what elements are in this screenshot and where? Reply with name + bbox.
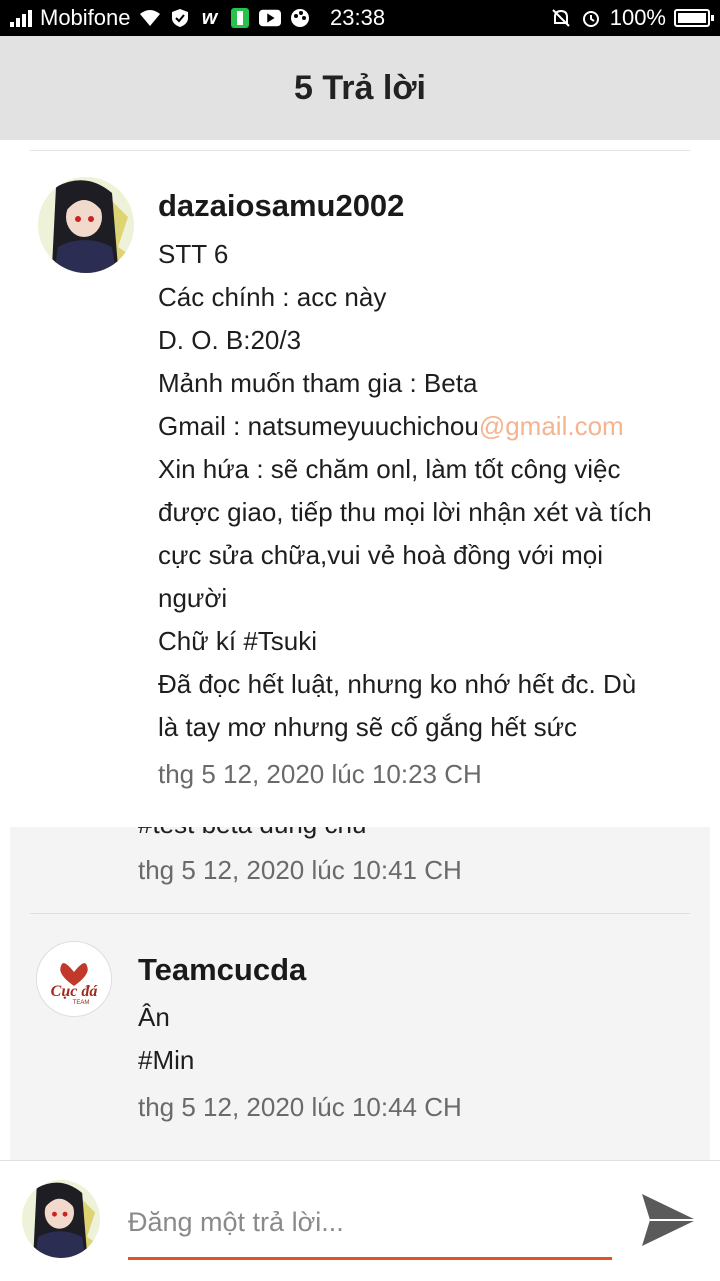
avatar[interactable]: Cục đá TEAM bbox=[36, 941, 112, 1017]
clock: 23:38 bbox=[330, 5, 386, 30]
send-icon bbox=[642, 1194, 696, 1246]
comment-author[interactable]: dazaiosamu2002 bbox=[158, 188, 404, 224]
signal-icon bbox=[10, 9, 32, 27]
reply-input-underline bbox=[128, 1257, 612, 1260]
divider bbox=[30, 150, 690, 151]
comment-date: thg 5 12, 2020 lúc 10:23 CH bbox=[158, 759, 482, 789]
status-bar: Mobifone w 23:38 100% bbox=[0, 0, 720, 36]
avatar[interactable] bbox=[38, 177, 134, 273]
send-button[interactable] bbox=[640, 1192, 698, 1248]
comment-date: thg 5 12, 2020 lúc 10:44 CH bbox=[138, 1092, 462, 1122]
w-app-icon: w bbox=[201, 6, 218, 29]
comment-line: D. O. B:20/3 bbox=[158, 325, 302, 355]
comment-line: người bbox=[158, 583, 228, 613]
shield-icon bbox=[169, 8, 191, 28]
reply-input[interactable] bbox=[128, 1192, 612, 1252]
comment-line: STT 6 bbox=[158, 239, 229, 269]
alarm-icon bbox=[580, 8, 602, 28]
page-title: 5 Trả lời bbox=[294, 68, 426, 107]
comment-line: Đã đọc hết luật, nhưng ko nhớ hết đc. Dù bbox=[158, 669, 637, 699]
youtube-icon bbox=[258, 8, 281, 28]
page-header: 5 Trả lời bbox=[0, 36, 720, 140]
svg-text:Cục đá: Cục đá bbox=[51, 983, 99, 1000]
mute-bell-icon bbox=[550, 8, 572, 28]
comment-line: #Min bbox=[138, 1045, 195, 1075]
comment-line: Chữ kí #Tsuki bbox=[158, 626, 318, 656]
my-avatar bbox=[22, 1180, 100, 1258]
divider bbox=[30, 913, 690, 914]
partial-reply-text: #test beta dùng chủ bbox=[138, 827, 366, 843]
wifi-icon bbox=[139, 8, 161, 28]
battery-percent: 100% bbox=[609, 5, 666, 30]
email-link[interactable]: @gmail.com bbox=[479, 411, 624, 441]
email-line: Gmail : natsumeyuuchichou@gmail.com bbox=[158, 405, 652, 448]
carrier-label: Mobifone bbox=[40, 5, 131, 30]
svg-text:TEAM: TEAM bbox=[73, 1000, 90, 1006]
battery-saver-icon bbox=[229, 8, 251, 28]
teamcucda-logo: Cục đá TEAM bbox=[37, 942, 111, 1016]
comment-line: Các chính : acc này bbox=[158, 282, 387, 312]
comment-body: STT 6 Các chính : acc này D. O. B:20/3 M… bbox=[158, 233, 652, 749]
comment-line: cực sửa chữa,vui vẻ hoà đồng với mọi bbox=[158, 540, 604, 570]
partial-reply-clip: #test beta dùng chủ bbox=[10, 827, 710, 843]
comment-line: là tay mơ nhưng sẽ cố gắng hết sức bbox=[158, 712, 577, 742]
email-prefix: Gmail : natsumeyuuchichou bbox=[158, 411, 479, 441]
palette-icon bbox=[289, 8, 311, 28]
comment-author[interactable]: Teamcucda bbox=[138, 952, 306, 988]
comment-line: Mảnh muốn tham gia : Beta bbox=[158, 368, 478, 398]
reply-date: thg 5 12, 2020 lúc 10:41 CH bbox=[138, 855, 462, 885]
comment-line: Ân bbox=[138, 1002, 170, 1032]
comment-body: Ân #Min bbox=[138, 996, 194, 1082]
comment-line: Xin hứa : sẽ chăm onl, làm tốt công việc bbox=[158, 454, 621, 484]
comment-line: được giao, tiếp thu mọi lời nhận xét và … bbox=[158, 497, 652, 527]
battery-icon bbox=[674, 9, 714, 27]
